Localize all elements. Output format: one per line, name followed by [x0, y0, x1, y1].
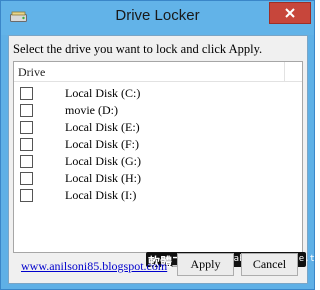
window-title: Drive Locker — [115, 7, 200, 24]
drive-label: Local Disk (C:) — [65, 86, 141, 100]
drive-column-label: Drive — [18, 65, 46, 79]
close-button[interactable] — [269, 2, 311, 24]
drive-row[interactable]: Local Disk (H:) — [14, 170, 300, 187]
drive-checkbox[interactable] — [20, 121, 33, 134]
website-link[interactable]: www.anilsoni85.blogspot.com — [21, 259, 167, 274]
drive-checkbox[interactable] — [20, 172, 33, 185]
drive-row[interactable]: Local Disk (G:) — [14, 153, 300, 170]
instruction-label: Select the drive you want to lock and cl… — [13, 42, 263, 56]
drive-locker-window: Drive Locker Select the drive you want t… — [0, 0, 320, 290]
drive-row[interactable]: movie (D:) — [14, 102, 300, 119]
drive-label: Local Disk (I:) — [65, 188, 137, 202]
drive-list[interactable]: Drive Local Disk (C:) movie (D:) Local D… — [13, 61, 320, 269]
close-icon — [285, 8, 295, 18]
apply-button[interactable]: Apply — [177, 253, 234, 276]
drive-row[interactable]: Local Disk (F:) — [14, 136, 300, 153]
drive-label: Local Disk (G:) — [65, 154, 141, 168]
drive-row[interactable]: Local Disk (C:) — [14, 85, 300, 102]
drive-label: Local Disk (E:) — [65, 120, 140, 134]
drive-checkbox[interactable] — [20, 104, 33, 117]
drive-label: Local Disk (H:) — [65, 171, 141, 185]
drive-checkbox[interactable] — [20, 189, 33, 202]
list-header: Drive — [14, 62, 302, 82]
title-bar[interactable]: Drive Locker — [1, 1, 314, 35]
drive-checkbox[interactable] — [20, 155, 33, 168]
drive-label: Local Disk (F:) — [65, 137, 139, 151]
drive-column-header[interactable]: Drive — [14, 62, 285, 81]
cancel-button[interactable]: Cancel — [241, 253, 298, 276]
drive-checkbox[interactable] — [20, 138, 33, 151]
dialog-body: Select the drive you want to lock and cl… — [8, 35, 320, 284]
drive-checkbox[interactable] — [20, 87, 33, 100]
drive-label: movie (D:) — [65, 103, 118, 117]
drive-row[interactable]: Local Disk (I:) — [14, 187, 300, 204]
drive-row[interactable]: Local Disk (E:) — [14, 119, 300, 136]
